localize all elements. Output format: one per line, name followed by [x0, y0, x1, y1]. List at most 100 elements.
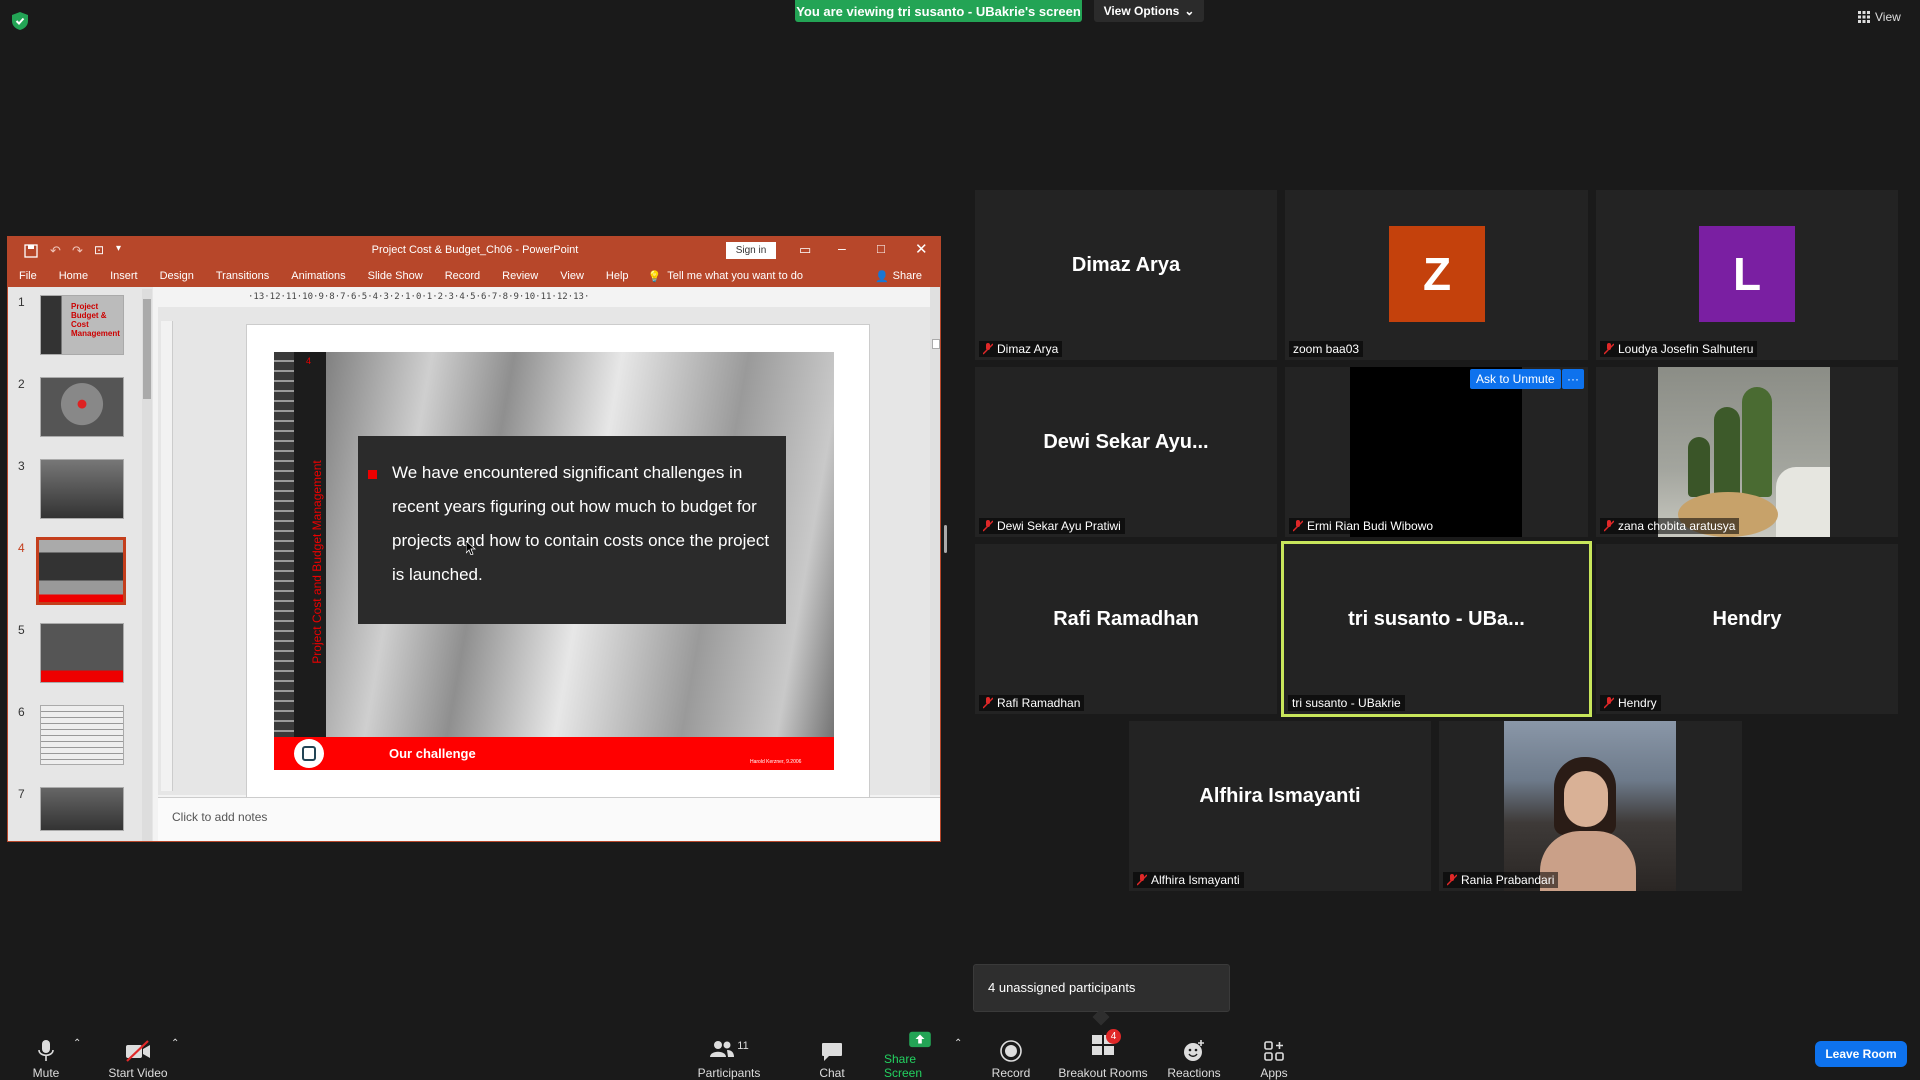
tab-animations[interactable]: Animations [280, 270, 356, 282]
participant-label-text: Dewi Sekar Ayu Pratiwi [997, 519, 1121, 533]
video-options-chevron-icon[interactable]: ⌃ [171, 1038, 179, 1049]
participant-label-text: Loudya Josefin Salhuteru [1618, 342, 1754, 356]
tab-insert[interactable]: Insert [99, 270, 149, 282]
tab-transitions[interactable]: Transitions [205, 270, 280, 282]
chat-label: Chat [819, 1066, 845, 1080]
more-options-button[interactable]: ··· [1562, 369, 1584, 389]
participants-button[interactable]: 11 Participants [694, 1030, 764, 1080]
participant-tile[interactable]: Hendry Hendry [1596, 544, 1898, 714]
slide-thumbnail-4-selected[interactable] [36, 537, 126, 605]
ppt-ribbon-tabs: File Home Insert Design Transitions Anim… [8, 265, 940, 287]
participant-tile-active-speaker[interactable]: tri susanto - UBa... tri susanto - UBakr… [1281, 541, 1592, 717]
participant-tile[interactable]: Dewi Sekar Ayu... Dewi Sekar Ayu Pratiwi [975, 367, 1277, 537]
notes-pane[interactable]: Click to add notes [158, 797, 940, 841]
slide-thumbnail-1[interactable]: Project Budget & Cost Management [40, 295, 124, 355]
breakout-rooms-badge: 4 [1106, 1029, 1121, 1044]
university-logo [294, 739, 324, 768]
slide-thumbnail-7[interactable] [40, 787, 124, 831]
thumb-number: 6 [18, 705, 25, 719]
close-icon[interactable]: ✕ [915, 240, 928, 258]
participant-display-name: tri susanto - UBa... [1348, 607, 1525, 630]
unassigned-text: 4 unassigned participants [988, 980, 1136, 995]
ask-to-unmute-button[interactable]: Ask to Unmute [1470, 369, 1561, 389]
ppt-title-bar: ↶ ↷ ⊡ ▾ Project Cost & Budget_Ch06 - Pow… [8, 237, 940, 265]
chevron-down-icon: ⌄ [1184, 4, 1195, 18]
tab-record[interactable]: Record [434, 270, 491, 282]
slide-number: 4 [306, 356, 312, 366]
participant-video-person [1504, 721, 1676, 891]
leave-room-button[interactable]: Leave Room [1815, 1041, 1907, 1067]
slide-thumbnail-6[interactable] [40, 705, 124, 765]
participant-tile[interactable]: Rafi Ramadhan Rafi Ramadhan [975, 544, 1277, 714]
tab-review[interactable]: Review [491, 270, 549, 282]
tab-help[interactable]: Help [595, 270, 640, 282]
record-button[interactable]: Record [990, 1030, 1032, 1080]
slide-text-box[interactable]: We have encountered significant challeng… [358, 436, 786, 624]
participant-tile[interactable]: Rania Prabandari [1439, 721, 1742, 891]
editor-scrollbar[interactable] [930, 287, 940, 795]
split-view-handle[interactable] [944, 525, 947, 553]
mute-button[interactable]: Mute [28, 1030, 64, 1080]
participant-tile[interactable]: Alfhira Ismayanti Alfhira Ismayanti [1129, 721, 1431, 891]
apps-button[interactable]: Apps [1256, 1030, 1292, 1080]
participant-name-label: zoom baa03 [1289, 341, 1364, 357]
thumb-number: 4 [18, 541, 25, 555]
participant-name-label: zana chobita aratusya [1600, 518, 1740, 534]
slide-thumbnail-5[interactable] [40, 623, 124, 683]
breakout-rooms-button[interactable]: 4 Breakout Rooms [1058, 1029, 1148, 1080]
view-button[interactable]: View [1858, 10, 1901, 24]
view-options-button[interactable]: View Options ⌄ [1094, 0, 1204, 22]
reactions-button[interactable]: Reactions [1166, 1030, 1222, 1080]
participants-label: Participants [697, 1066, 761, 1080]
tab-home[interactable]: Home [48, 270, 99, 282]
tab-slide-show[interactable]: Slide Show [357, 270, 434, 282]
share-button[interactable]: 👤 Share [875, 269, 940, 283]
participant-avatar: Z [1389, 226, 1485, 322]
participant-name-label: tri susanto - UBakrie [1288, 695, 1405, 711]
participant-display-name: Hendry [1712, 607, 1782, 630]
thumb-number: 5 [18, 623, 25, 637]
maximize-icon[interactable]: □ [877, 241, 885, 256]
slide-thumbnail-2[interactable] [40, 377, 124, 437]
participant-display-name: Dimaz Arya [1071, 253, 1181, 276]
shared-powerpoint-window[interactable]: ↶ ↷ ⊡ ▾ Project Cost & Budget_Ch06 - Pow… [7, 236, 941, 842]
participant-tile[interactable]: Dimaz Arya Dimaz Arya [975, 190, 1277, 360]
share-options-chevron-icon[interactable]: ⌃ [954, 1038, 962, 1049]
minimize-icon[interactable]: – [838, 240, 846, 256]
ribbon-display-icon[interactable]: ▭ [799, 242, 811, 258]
breakout-rooms-label: Breakout Rooms [1058, 1066, 1148, 1080]
participant-name-label: Hendry [1600, 695, 1661, 711]
participant-tile[interactable]: zana chobita aratusya [1596, 367, 1898, 537]
participant-video-black [1350, 367, 1522, 537]
share-screen-button[interactable]: Share Screen [884, 1030, 956, 1080]
tab-design[interactable]: Design [149, 270, 205, 282]
thumbnail-scrollbar[interactable] [142, 289, 152, 841]
sign-in-button[interactable]: Sign in [726, 242, 776, 259]
thumb-number: 1 [18, 295, 25, 309]
participants-icon [710, 1041, 735, 1057]
reactions-smiley-icon [1184, 1040, 1204, 1061]
start-video-button[interactable]: Start Video [106, 1030, 170, 1080]
tell-me-search[interactable]: Tell me what you want to do [667, 270, 803, 282]
tab-file[interactable]: File [8, 270, 48, 282]
chat-button[interactable]: Chat [813, 1030, 851, 1080]
participant-tile[interactable]: L Loudya Josefin Salhuteru [1596, 190, 1898, 360]
mic-muted-icon [1604, 697, 1614, 709]
share-label: Share [892, 269, 922, 282]
slide-footer-title: Our challenge [389, 746, 476, 761]
tab-view[interactable]: View [549, 270, 595, 282]
thumb-number: 2 [18, 377, 25, 391]
red-bullet-icon [368, 470, 377, 479]
participant-label-text: Rania Prabandari [1461, 873, 1555, 887]
current-slide[interactable]: 4 Project Cost and Budget Management We … [274, 352, 834, 770]
participant-label-text: tri susanto - UBakrie [1292, 696, 1401, 710]
participant-tile[interactable]: Z zoom baa03 [1285, 190, 1588, 360]
participant-tile[interactable]: Ask to Unmute ··· Ermi Rian Budi Wibowo [1285, 367, 1588, 537]
audio-options-chevron-icon[interactable]: ⌃ [73, 1038, 81, 1049]
participant-label-text: Alfhira Ismayanti [1151, 873, 1240, 887]
video-off-icon [126, 1040, 150, 1062]
mute-label: Mute [32, 1066, 60, 1080]
security-shield-icon[interactable] [12, 12, 28, 30]
slide-thumbnail-3[interactable] [40, 459, 124, 519]
view-label: View [1875, 10, 1901, 24]
